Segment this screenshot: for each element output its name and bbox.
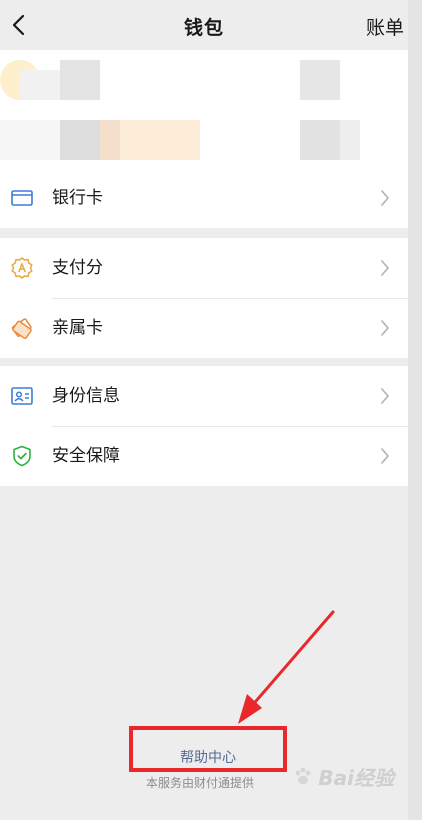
- watermark: Bai经验: [292, 762, 394, 791]
- annotation-highlight-box: [129, 726, 287, 772]
- annotation-arrow: [238, 610, 335, 724]
- provider-text: 本服务由财付通提供: [145, 776, 254, 790]
- watermark-text: Bai经验: [318, 766, 394, 790]
- paw-icon: [295, 767, 311, 784]
- wallet-screen: 钱包 账单 银行卡 支付分 亲属卡 身份信息 安全保障 帮助中心 本服务由财付通…: [0, 0, 422, 820]
